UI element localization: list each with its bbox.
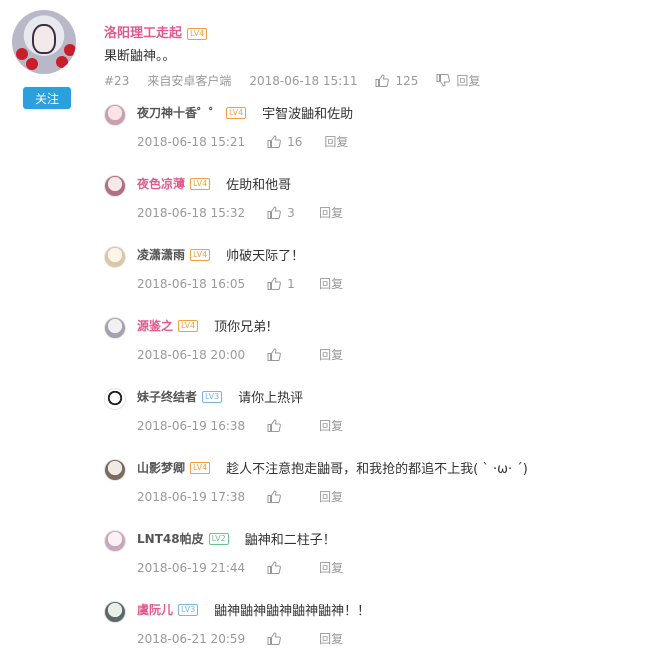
reply-text: 宇智波鼬和佐助	[262, 107, 354, 122]
like-button[interactable]	[267, 490, 297, 503]
rose-decoration	[16, 48, 28, 60]
thumbs-up-icon	[267, 419, 282, 432]
reply-text: 佐助和他哥	[226, 178, 292, 193]
timestamp: 2018-06-18 16:05	[137, 276, 246, 291]
username[interactable]: 洛阳理工走起	[104, 26, 182, 41]
thumbs-up-icon	[267, 632, 282, 645]
reply-text: 趁人不注意抱走鼬哥，和我抢的都追不上我( ˋ ·ω· ˊ)	[226, 462, 528, 477]
comment-author[interactable]: 洛阳理工走起 LV4	[104, 22, 208, 41]
timestamp: 2018-06-21 20:59	[137, 631, 246, 646]
level-badge: LV2	[208, 532, 229, 545]
like-button[interactable]	[267, 632, 297, 645]
like-button[interactable]	[267, 419, 297, 432]
timestamp: 2018-06-18 15:21	[137, 134, 246, 149]
thumbs-down-icon[interactable]	[436, 74, 451, 87]
reply-text: 鼬神和二柱子！	[244, 533, 336, 548]
username[interactable]: 妹子终结者	[137, 388, 197, 405]
avatar[interactable]	[12, 10, 76, 74]
reply-button[interactable]: 回复	[319, 275, 343, 292]
level-badge: LV3	[178, 603, 199, 616]
level-badge: LV4	[178, 319, 199, 332]
like-count: 1	[287, 276, 295, 291]
like-button[interactable]: 125	[375, 74, 418, 88]
like-count: 125	[395, 73, 419, 88]
avatar[interactable]	[104, 388, 126, 410]
follow-button[interactable]: 关注	[23, 87, 71, 109]
reply-text: 帅破天际了！	[226, 249, 305, 264]
reply-button[interactable]: 回复	[319, 417, 343, 434]
thumbs-up-icon	[375, 74, 390, 87]
reply-button[interactable]: 回复	[319, 204, 343, 221]
reply-button[interactable]: 回复	[319, 346, 343, 363]
reply-button[interactable]: 回复	[319, 559, 343, 576]
reply-button[interactable]: 回复	[456, 72, 480, 89]
level-badge: LV4	[190, 248, 211, 261]
reply-item: LNT48帕皮 LV2 鼬神和二柱子！ 2018-06-19 21:44 回复	[104, 524, 644, 595]
reply-button[interactable]: 回复	[319, 488, 343, 505]
avatar[interactable]	[104, 530, 126, 552]
username[interactable]: 山影梦卿	[137, 459, 185, 476]
username[interactable]: 夜刀神十香゜゜	[137, 104, 221, 121]
level-badge: LV4	[190, 461, 211, 474]
username[interactable]: 源鉴之	[137, 317, 173, 334]
reply-text: 顶你兄弟!	[214, 320, 272, 335]
thumbs-up-icon	[267, 348, 282, 361]
level-badge: LV3	[202, 390, 223, 403]
source-label: 来自安卓客户端	[147, 74, 232, 88]
timestamp: 2018-06-19 16:38	[137, 418, 246, 433]
avatar[interactable]	[104, 246, 126, 268]
avatar[interactable]	[104, 104, 126, 126]
reply-item: 夜色凉薄 LV4 佐助和他哥 2018-06-18 15:32 3 回复	[104, 169, 644, 240]
floor-number: #23	[104, 73, 130, 88]
like-button[interactable]	[267, 561, 297, 574]
avatar[interactable]	[104, 317, 126, 339]
level-badge: LV4	[190, 177, 211, 190]
username[interactable]: LNT48帕皮	[137, 530, 204, 547]
avatar[interactable]	[104, 601, 126, 623]
avatar-face	[32, 24, 56, 54]
like-count: 3	[287, 205, 295, 220]
reply-item: 山影梦卿 LV4 趁人不注意抱走鼬哥，和我抢的都追不上我( ˋ ·ω· ˊ) 2…	[104, 453, 644, 524]
timestamp: 2018-06-18 15:11	[249, 73, 358, 88]
comment-meta: #23 来自安卓客户端 2018-06-18 15:11 125 回复	[104, 72, 498, 89]
thumbs-up-icon	[267, 206, 282, 219]
timestamp: 2018-06-19 21:44	[137, 560, 246, 575]
thumbs-up-icon	[267, 277, 282, 290]
rose-decoration	[26, 58, 38, 70]
reply-button[interactable]: 回复	[324, 133, 348, 150]
like-button[interactable]: 3	[267, 206, 297, 220]
reply-button[interactable]: 回复	[319, 630, 343, 647]
like-button[interactable]: 1	[267, 277, 297, 291]
timestamp: 2018-06-18 20:00	[137, 347, 246, 362]
reply-item: 凌潇潇雨 LV4 帅破天际了！ 2018-06-18 16:05 1 回复	[104, 240, 644, 311]
rose-decoration	[56, 56, 68, 68]
avatar[interactable]	[104, 175, 126, 197]
username[interactable]: 凌潇潇雨	[137, 246, 185, 263]
thumbs-up-icon	[267, 561, 282, 574]
username[interactable]: 夜色凉薄	[137, 175, 185, 192]
reply-item: 夜刀神十香゜゜ LV4 宇智波鼬和佐助 2018-06-18 15:21 16 …	[104, 98, 644, 169]
like-count: 16	[287, 134, 303, 149]
reply-text: 鼬神鼬神鼬神鼬神鼬神！！	[214, 604, 371, 619]
avatar[interactable]	[104, 459, 126, 481]
reply-item: 源鉴之 LV4 顶你兄弟! 2018-06-18 20:00 回复	[104, 311, 644, 382]
like-button[interactable]	[267, 348, 297, 361]
comment-text: 果断鼬神。。	[104, 49, 176, 64]
timestamp: 2018-06-19 17:38	[137, 489, 246, 504]
like-button[interactable]: 16	[267, 135, 302, 149]
reply-item: 虞阮儿 LV3 鼬神鼬神鼬神鼬神鼬神！！ 2018-06-21 20:59 回复	[104, 595, 644, 657]
thumbs-up-icon	[267, 135, 282, 148]
level-badge: LV4	[187, 27, 208, 40]
level-badge: LV4	[226, 106, 247, 119]
thumbs-up-icon	[267, 490, 282, 503]
reply-item: 妹子终结者 LV3 请你上热评 2018-06-19 16:38 回复	[104, 382, 644, 453]
rose-decoration	[64, 44, 76, 56]
username[interactable]: 虞阮儿	[137, 601, 173, 618]
timestamp: 2018-06-18 15:32	[137, 205, 246, 220]
reply-text: 请你上热评	[238, 391, 304, 406]
